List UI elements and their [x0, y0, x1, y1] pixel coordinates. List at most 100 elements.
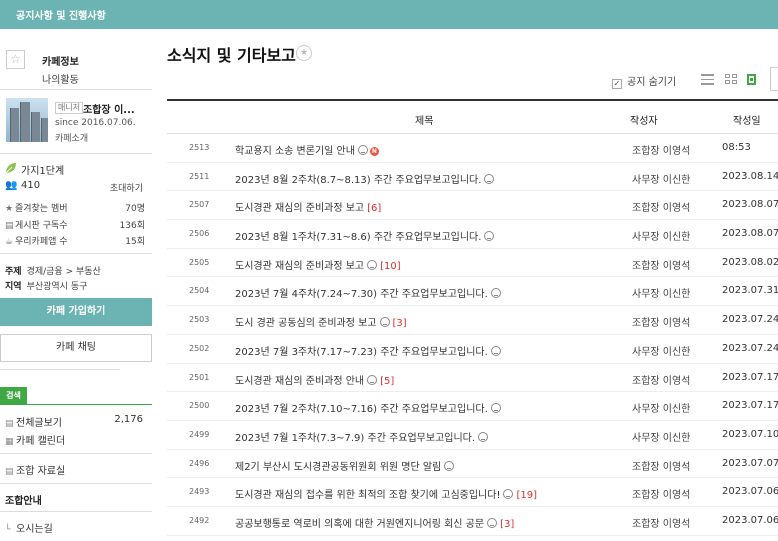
table-row[interactable]: 2503 도시 경관 공동심의 준비과정 보고 [3] 조합장 이영석 2023.07.…	[167, 306, 778, 335]
star-icon: ★	[5, 204, 14, 214]
table-row[interactable]: 2500 2023년 7월 2주차(7.10~7.16) 주간 주요업무보고입니다…	[167, 392, 778, 421]
post-title[interactable]: 학교용지 소송 변론기일 안내 N	[235, 142, 379, 157]
image-attachment-icon	[478, 431, 489, 442]
card-view-icon[interactable]	[747, 74, 756, 85]
table-row[interactable]: 2501 도시경관 재심의 준비과정 안내 [5] 조합장 이영석 2023.07.17…	[167, 364, 778, 393]
comment-count[interactable]: [3]	[500, 519, 514, 530]
post-title[interactable]: 공공보행통로 역로비 의혹에 대한 거원엔지니어링 회신 공문 [3]	[235, 515, 514, 530]
post-author[interactable]: 사무장 이신한	[632, 400, 690, 415]
cafe-thumbnail	[6, 98, 48, 142]
post-title[interactable]: 제2기 부산시 도시경관공동위원회 위원 명단 알림	[235, 458, 455, 473]
stat-board-subscriptions[interactable]: ▤게시판 구독수 136회	[5, 218, 145, 231]
table-row[interactable]: 2493 도시경관 재심의 접수를 위한 최적의 조합 찾기에 고심중입니다! [1…	[167, 478, 778, 507]
search-tab[interactable]: 검색	[0, 387, 27, 404]
post-number: 2501	[189, 372, 210, 382]
stat-cafe-app[interactable]: ☕ 우리카페앱 수 15회	[5, 234, 145, 247]
star-icon[interactable]: ☆	[6, 50, 25, 69]
invite-link[interactable]: 초대하기	[110, 181, 143, 194]
table-row[interactable]: 2505 도시경관 재심의 준비과정 보고 [10] 조합장 이영석 2023.08.0…	[167, 249, 778, 278]
hide-notice-checkbox[interactable]: ✓ 공지 숨기기	[612, 73, 676, 89]
post-table: 제목 작성자 작성일 2513 학교용지 소송 변론기일 안내 N 조합장 이영석 08…	[167, 99, 778, 536]
menu-cafe-calendar[interactable]: ▦ 카페 캘린더	[5, 432, 65, 447]
divider	[0, 89, 152, 90]
sort-dropdown[interactable]	[770, 67, 778, 91]
post-author[interactable]: 사무장 이신한	[632, 429, 690, 444]
post-date: 2023.07.10.	[722, 428, 778, 440]
divider	[0, 453, 152, 454]
post-author[interactable]: 조합장 이영석	[632, 515, 690, 530]
post-author[interactable]: 조합장 이영석	[632, 199, 690, 214]
post-title[interactable]: 2023년 8월 2주차(8.7~8.13) 주간 주요업무보고입니다.	[235, 171, 495, 186]
table-row[interactable]: 2492 공공보행통로 역로비 의혹에 대한 거원엔지니어링 회신 공문 [3] 조합…	[167, 507, 778, 536]
image-attachment-icon	[379, 317, 390, 328]
post-number: 2502	[189, 343, 210, 353]
board-icon: ▤	[5, 467, 14, 477]
manager-name[interactable]: 조합장 이...	[83, 101, 135, 116]
post-author[interactable]: 사무장 이신한	[632, 171, 690, 186]
comment-count[interactable]: [10]	[380, 261, 401, 272]
level-leaf-icon	[5, 163, 16, 174]
comment-count[interactable]: [5]	[380, 376, 394, 387]
image-attachment-icon	[490, 403, 501, 414]
post-title[interactable]: 2023년 7월 3주차(7.17~7.23) 주간 주요업무보고입니다.	[235, 343, 501, 358]
cup-icon: ☕	[5, 237, 14, 247]
stat-favorite-members[interactable]: ★ 즐겨찾는 멤버 70명	[5, 201, 145, 214]
post-date: 2023.08.02.	[722, 256, 778, 268]
divider	[0, 153, 152, 154]
post-title[interactable]: 2023년 8월 1주차(7.31~8.6) 주간 주요업무보고입니다.	[235, 228, 495, 243]
table-row[interactable]: 2513 학교용지 소송 변론기일 안내 N 조합장 이영석 08:53	[167, 134, 778, 163]
comment-count[interactable]: [3]	[393, 318, 407, 329]
post-author[interactable]: 사무장 이신한	[632, 343, 690, 358]
post-author[interactable]: 조합장 이영석	[632, 314, 690, 329]
post-title[interactable]: 2023년 7월 4주차(7.24~7.30) 주간 주요업무보고입니다.	[235, 285, 501, 300]
table-header: 제목 작성자 작성일	[167, 101, 778, 134]
divider	[0, 369, 120, 370]
image-attachment-icon	[484, 231, 495, 242]
cafe-info-link[interactable]: 카페정보	[42, 53, 79, 68]
table-row[interactable]: 2511 2023년 8월 2주차(8.7~8.13) 주간 주요업무보고입니다.…	[167, 163, 778, 192]
menu-all-posts[interactable]: ▤ 전체글보기	[5, 414, 62, 429]
post-title[interactable]: 도시경관 재심의 준비과정 보고 [6]	[235, 199, 381, 214]
table-row[interactable]: 2506 2023년 8월 1주차(7.31~8.6) 주간 주요업무보고입니다.…	[167, 220, 778, 249]
post-title[interactable]: 도시경관 재심의 접수를 위한 최적의 조합 찾기에 고심중입니다! [19]	[235, 486, 537, 501]
menu-directions[interactable]: └ 오시는길	[5, 520, 53, 535]
favorite-star-icon[interactable]: ★	[296, 45, 312, 61]
my-activity-link[interactable]: 나의활동	[42, 71, 79, 86]
cafe-level: 가지1단계	[21, 166, 65, 177]
table-row[interactable]: 2496 제2기 부산시 도시경관공동위원회 위원 명단 알림 조합장 이영석 202…	[167, 450, 778, 479]
post-title[interactable]: 도시경관 재심의 준비과정 보고 [10]	[235, 257, 401, 272]
post-number: 2496	[189, 458, 210, 468]
page-title: 소식지 및 기타보고	[167, 46, 296, 65]
member-count[interactable]: 410	[21, 180, 40, 191]
comment-count[interactable]: [19]	[516, 490, 537, 501]
post-title[interactable]: 2023년 7월 2주차(7.10~7.16) 주간 주요업무보고입니다.	[235, 400, 501, 415]
table-row[interactable]: 2502 2023년 7월 3주차(7.17~7.23) 주간 주요업무보고입니다…	[167, 335, 778, 364]
post-title[interactable]: 도시 경관 공동심의 준비과정 보고 [3]	[235, 314, 407, 329]
table-row[interactable]: 2504 2023년 7월 4주차(7.24~7.30) 주간 주요업무보고입니다…	[167, 277, 778, 307]
post-date: 2023.07.24.	[722, 314, 778, 326]
post-author[interactable]: 조합장 이영석	[632, 372, 690, 387]
post-author[interactable]: 사무장 이신한	[632, 285, 690, 300]
grid-view-icon[interactable]	[725, 74, 738, 85]
cafe-intro-link[interactable]: 카페소개	[55, 131, 88, 144]
post-author[interactable]: 사무장 이신한	[632, 228, 690, 243]
main-content: 소식지 및 기타보고 ★ ✓ 공지 숨기기 제목 작성자 작성일 2513 학교용지…	[167, 29, 778, 541]
board-icon: ▤	[5, 419, 14, 429]
comment-count[interactable]: [6]	[367, 203, 381, 214]
menu-union-archive[interactable]: ▤ 조합 자료실	[5, 462, 65, 477]
image-attachment-icon	[367, 374, 378, 385]
post-date: 2023.07.06.	[722, 486, 778, 498]
post-author[interactable]: 조합장 이영석	[632, 142, 690, 157]
cafe-chat-button[interactable]: 카페 채팅	[0, 334, 152, 362]
post-author[interactable]: 조합장 이영석	[632, 257, 690, 272]
post-title[interactable]: 2023년 7월 1주차(7.3~7.9) 주간 주요업무보고입니다.	[235, 429, 489, 444]
table-row[interactable]: 2507 도시경관 재심의 준비과정 보고 [6] 조합장 이영석 2023.08.07…	[167, 191, 778, 221]
post-date: 2023.07.07.	[722, 457, 778, 469]
table-row[interactable]: 2499 2023년 7월 1주차(7.3~7.9) 주간 주요업무보고입니다. 사…	[167, 421, 778, 450]
union-info-section-title: 조합안내	[5, 496, 42, 507]
list-view-icon[interactable]	[701, 74, 714, 85]
post-title[interactable]: 도시경관 재심의 준비과정 안내 [5]	[235, 372, 394, 387]
post-author[interactable]: 조합장 이영석	[632, 486, 690, 501]
join-cafe-button[interactable]: 카페 가입하기	[0, 298, 152, 326]
post-author[interactable]: 조합장 이영석	[632, 458, 690, 473]
